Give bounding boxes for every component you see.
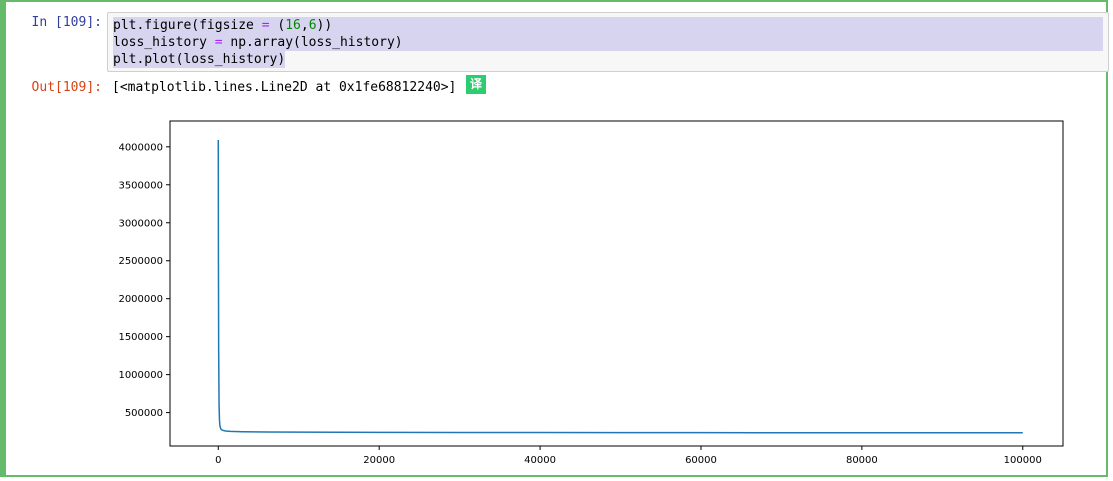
notebook-cell[interactable]: In [109]: plt.figure(figsize = (16,6)) l…: [0, 0, 1109, 477]
loss-history-chart: 5000001000000150000020000002500000300000…: [118, 120, 1064, 466]
x-tick-label: 60000: [685, 455, 717, 466]
y-tick-label: 1500000: [118, 332, 163, 343]
y-tick-label: 3000000: [118, 218, 163, 229]
x-tick-label: 20000: [363, 455, 395, 466]
y-tick-label: 3500000: [118, 180, 163, 191]
x-tick-label: 40000: [524, 455, 556, 466]
y-tick-label: 500000: [125, 408, 163, 419]
y-tick-label: 2500000: [118, 256, 163, 267]
y-tick-label: 1000000: [118, 370, 163, 381]
y-tick-label: 2000000: [118, 294, 163, 305]
x-axis: 0 20000 40000 60000 80000 100000: [215, 446, 1042, 466]
y-tick-label: 4000000: [118, 142, 163, 153]
x-tick-label: 100000: [1004, 455, 1042, 466]
x-tick-label: 0: [215, 455, 221, 466]
x-tick-label: 80000: [846, 455, 878, 466]
plot-axes-frame: [169, 120, 1064, 447]
y-axis: 500000 1000000 1500000 2000000 2500000 300000…: [118, 142, 170, 419]
